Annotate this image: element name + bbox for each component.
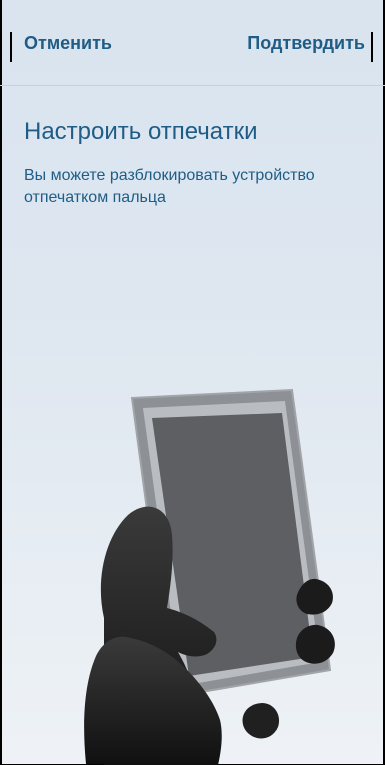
page-description: Вы можете разблокировать устройство отпе… — [24, 167, 315, 206]
hand-finger-lower — [295, 624, 335, 664]
cancel-button[interactable]: Отменить — [24, 33, 112, 54]
right-edge-marker — [371, 32, 373, 62]
page-title: Настроить отпечатки — [24, 118, 258, 145]
confirm-button[interactable]: Подтвердить — [247, 33, 365, 54]
hand-knuckle — [242, 703, 280, 739]
hand-holding-phone-illustration — [84, 388, 335, 765]
left-edge-marker — [10, 32, 12, 62]
top-action-bar: Отменить Подтвердить — [0, 0, 385, 86]
